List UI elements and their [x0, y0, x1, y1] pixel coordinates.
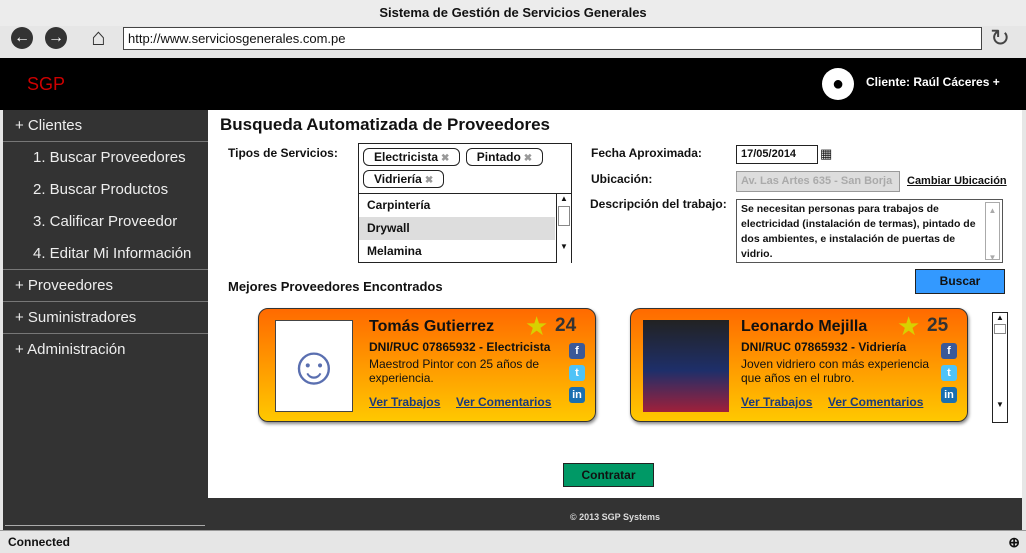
twitter-icon[interactable]: t [941, 365, 957, 381]
status-text: Connected [8, 535, 71, 549]
provider-dni: DNI/RUC 07865932 - Electricista [369, 340, 551, 354]
tag-label: Electricista [374, 150, 439, 164]
options-scrollbar[interactable]: ▲ ▼ [556, 194, 571, 263]
remove-icon[interactable]: ✖ [441, 153, 449, 164]
provider-name: Tomás Gutierrez [369, 318, 495, 335]
tag-label: Pintado [476, 150, 521, 164]
provider-description: Maestrod Pintor con 25 años de experienc… [369, 357, 540, 385]
provider-photo [643, 320, 729, 412]
remove-icon[interactable]: ✖ [524, 153, 532, 164]
provider-photo: ☺ [275, 320, 353, 412]
page-title: Busqueda Automatizada de Proveedores [220, 115, 551, 134]
sidebar-item-proveedores[interactable]: + Proveedores [3, 270, 208, 302]
description-label: Descripción del trabajo: [590, 197, 727, 211]
description-text: Se necesitan personas para trabajos de e… [741, 203, 976, 260]
home-icon[interactable]: ⌂ [91, 24, 106, 52]
status-bar: Connected ⊕ [0, 530, 1026, 553]
services-multiselect[interactable]: Electricista ✖ Pintado ✖ Vidriería ✖ Carpin… [358, 143, 572, 263]
provider-dni: DNI/RUC 07865932 - Vidriería [741, 340, 907, 354]
refresh-icon[interactable]: ↻ [990, 24, 1010, 53]
provider-description: Joven vidriero con más experiencia que a… [741, 357, 930, 385]
location-label: Ubicación: [591, 172, 653, 186]
sidebar-item-suministradores[interactable]: + Suministradores [3, 302, 208, 334]
sidebar-item-buscar-productos[interactable]: 2. Buscar Productos [3, 174, 208, 206]
twitter-icon[interactable]: t [569, 365, 585, 381]
description-textarea[interactable]: Se necesitan personas para trabajos de e… [736, 199, 1003, 263]
sidebar-item-editar-info[interactable]: 4. Editar Mi Información [3, 238, 208, 270]
tag-vidrieria[interactable]: Vidriería ✖ [363, 170, 445, 188]
results-title: Mejores Proveedores Encontrados [228, 279, 443, 294]
sidebar: + Clientes 1. Buscar Proveedores 2. Busc… [3, 110, 208, 530]
star-icon: ★ [897, 311, 921, 341]
globe-icon: ⊕ [1008, 534, 1020, 550]
sidebar-item-administracion[interactable]: + Administración [3, 334, 208, 366]
provider-score: 24 [555, 315, 577, 336]
date-input[interactable]: 17/05/2014 [736, 145, 818, 164]
footer: © 2013 SGP Systems [208, 498, 1022, 530]
divider [5, 525, 205, 526]
user-menu[interactable]: Cliente: Raúl Cáceres + [866, 75, 1000, 89]
results-scrollbar[interactable]: ▲ ▼ [992, 312, 1008, 423]
provider-card[interactable]: Leonardo Mejilla ★ 25 DNI/RUC 07865932 -… [630, 308, 968, 422]
tag-label: Vidriería [374, 172, 422, 186]
provider-card[interactable]: ☺ Tomás Gutierrez ★ 24 DNI/RUC 07865932 … [258, 308, 596, 422]
sidebar-item-clientes[interactable]: + Clientes [3, 110, 208, 142]
option-carpinteria[interactable]: Carpintería [359, 194, 571, 217]
sidebar-item-buscar-proveedores[interactable]: 1. Buscar Proveedores [3, 142, 208, 174]
remove-icon[interactable]: ✖ [425, 175, 433, 186]
hire-button[interactable]: Contratar [563, 463, 654, 487]
linkedin-icon[interactable]: in [941, 387, 957, 403]
logo: SGP [27, 74, 66, 94]
view-works-link[interactable]: Ver Trabajos [369, 395, 440, 409]
option-melamina[interactable]: Melamina [359, 240, 571, 263]
view-works-link[interactable]: Ver Trabajos [741, 395, 812, 409]
window-title: Sistema de Gestión de Servicios Generale… [0, 0, 1026, 26]
services-label: Tipos de Servicios: [228, 146, 338, 160]
back-icon[interactable]: ← [11, 27, 33, 49]
change-location-link[interactable]: Cambiar Ubicación [907, 175, 1007, 187]
tag-electricista[interactable]: Electricista ✖ [363, 148, 461, 166]
description-scrollbar[interactable]: ▲ ▼ [985, 202, 1000, 262]
star-icon: ★ [525, 311, 549, 341]
provider-score: 25 [927, 315, 949, 336]
sidebar-item-calificar-proveedor[interactable]: 3. Calificar Proveedor [3, 206, 208, 238]
facebook-icon[interactable]: f [941, 343, 957, 359]
url-input[interactable]: http://www.serviciosgenerales.com.pe [123, 27, 982, 50]
forward-icon[interactable]: → [45, 27, 67, 49]
avatar-icon: ● [822, 68, 854, 100]
view-comments-link[interactable]: Ver Comentarios [456, 395, 551, 409]
view-comments-link[interactable]: Ver Comentarios [828, 395, 923, 409]
calendar-icon[interactable]: ▦ [820, 146, 832, 162]
main-content: Busqueda Automatizada de Proveedores Tip… [208, 110, 1022, 498]
date-label: Fecha Aproximada: [591, 146, 702, 160]
option-drywall[interactable]: Drywall [359, 217, 555, 240]
facebook-icon[interactable]: f [569, 343, 585, 359]
tag-pintado[interactable]: Pintado ✖ [465, 148, 544, 166]
provider-name: Leonardo Mejilla [741, 318, 868, 335]
search-button[interactable]: Buscar [915, 269, 1005, 294]
location-input[interactable]: Av. Las Artes 635 - San Borja [736, 171, 900, 192]
app-header: SGP ● Cliente: Raúl Cáceres + [0, 58, 1026, 110]
linkedin-icon[interactable]: in [569, 387, 585, 403]
